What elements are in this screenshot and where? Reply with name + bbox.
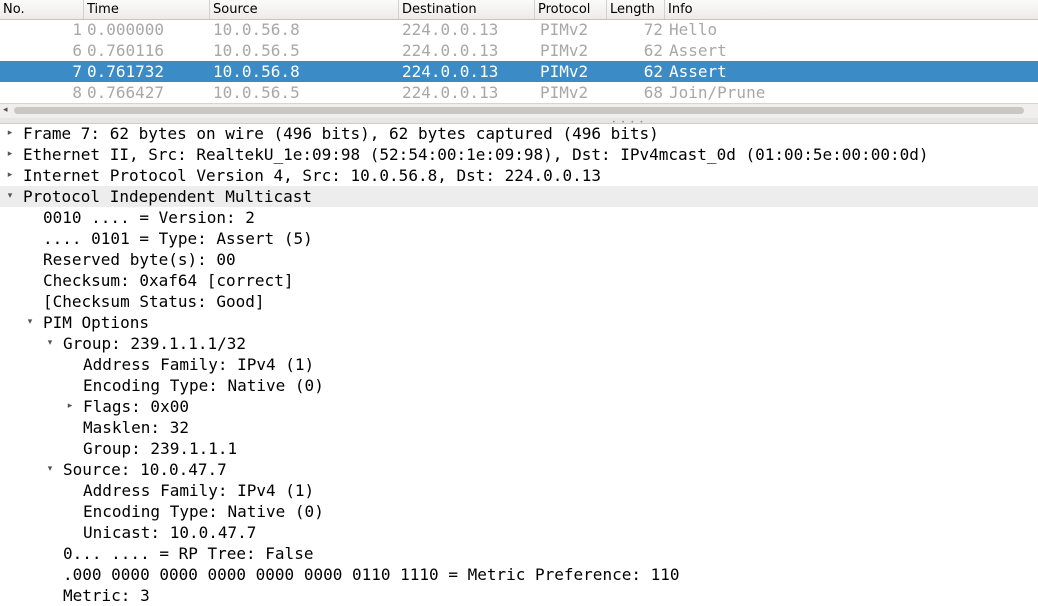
- collapse-arrow-icon[interactable]: ▾: [24, 312, 36, 333]
- tree-item-label: Frame 7: 62 bytes on wire (496 bits), 62…: [23, 124, 659, 143]
- packet-info: Join/Prune: [669, 83, 766, 102]
- collapse-arrow-icon[interactable]: ▾: [44, 333, 56, 354]
- expand-arrow-icon[interactable]: ▸: [64, 396, 76, 417]
- scroll-left-icon[interactable]: ◂: [3, 105, 8, 115]
- tree-item-label: Reserved byte(s): 00: [43, 250, 236, 269]
- tree-item-label: Group: 239.1.1.1: [83, 439, 238, 458]
- tree-item[interactable]: Group: 239.1.1.1: [0, 438, 1038, 459]
- column-header-source[interactable]: Source: [210, 0, 399, 19]
- tree-item[interactable]: ▾ PIM Options: [0, 312, 1038, 333]
- collapse-arrow-icon[interactable]: ▾: [44, 459, 56, 480]
- tree-item[interactable]: Reserved byte(s): 00: [0, 249, 1038, 270]
- tree-item[interactable]: 0... .... = RP Tree: False: [0, 543, 1038, 564]
- tree-item[interactable]: Checksum: 0xaf64 [correct]: [0, 270, 1038, 291]
- tree-item-label: Protocol Independent Multicast: [23, 187, 312, 206]
- tree-item[interactable]: ▸ Ethernet II, Src: RealtekU_1e:09:98 (52…: [0, 144, 1038, 165]
- column-header-destination[interactable]: Destination: [399, 0, 535, 19]
- packet-length: 72: [643, 20, 663, 39]
- column-header-time[interactable]: Time: [84, 0, 210, 19]
- packet-row[interactable]: 7 0.761732 10.0.56.8 224.0.0.13 PIMv2 62 Asser…: [0, 61, 1038, 82]
- column-header-info[interactable]: Info: [665, 0, 1038, 19]
- tree-item[interactable]: [Checksum Status: Good]: [0, 291, 1038, 312]
- collapse-arrow-icon[interactable]: ▾: [4, 186, 16, 207]
- tree-item-label: 0010 .... = Version: 2: [43, 208, 255, 227]
- tree-item-label: Encoding Type: Native (0): [83, 376, 324, 395]
- packet-row[interactable]: 8 0.766427 10.0.56.5 224.0.0.13 PIMv2 68 Join/…: [0, 82, 1038, 103]
- tree-item[interactable]: ▸ Internet Protocol Version 4, Src: 10.0.…: [0, 165, 1038, 186]
- tree-item[interactable]: Unicast: 10.0.47.7: [0, 522, 1038, 543]
- tree-item[interactable]: ▾ Group: 239.1.1.1/32: [0, 333, 1038, 354]
- packet-row[interactable]: 6 0.760116 10.0.56.5 224.0.0.13 PIMv2 62 Asser…: [0, 40, 1038, 61]
- tree-item[interactable]: Address Family: IPv4 (1): [0, 480, 1038, 501]
- expand-arrow-icon[interactable]: ▸: [4, 165, 16, 186]
- tree-item[interactable]: ▸ Flags: 0x00: [0, 396, 1038, 417]
- tree-item-label: Unicast: 10.0.47.7: [83, 523, 257, 542]
- tree-item[interactable]: Encoding Type: Native (0): [0, 375, 1038, 396]
- packet-list: No. Time Source Destination Protocol Len…: [0, 0, 1038, 118]
- packet-length: 62: [643, 62, 663, 81]
- tree-item-label: .... 0101 = Type: Assert (5): [43, 229, 313, 248]
- column-header-protocol[interactable]: Protocol: [535, 0, 607, 19]
- expand-arrow-icon[interactable]: ▸: [4, 123, 16, 144]
- tree-item[interactable]: .000 0000 0000 0000 0000 0000 0110 1110 …: [0, 564, 1038, 585]
- tree-item-label: Internet Protocol Version 4, Src: 10.0.5…: [23, 166, 601, 185]
- packet-list-header: No. Time Source Destination Protocol Len…: [0, 0, 1038, 20]
- tree-item-label: PIM Options: [43, 313, 149, 332]
- tree-item[interactable]: Metric: 3: [0, 585, 1038, 606]
- tree-item-label: Encoding Type: Native (0): [83, 502, 324, 521]
- tree-item[interactable]: ▾ Protocol Independent Multicast: [0, 186, 1038, 207]
- tree-item-label: Checksum: 0xaf64 [correct]: [43, 271, 294, 290]
- tree-item-label: Ethernet II, Src: RealtekU_1e:09:98 (52:…: [23, 145, 929, 164]
- tree-item[interactable]: 0010 .... = Version: 2: [0, 207, 1038, 228]
- tree-item-label: Address Family: IPv4 (1): [83, 355, 315, 374]
- tree-item[interactable]: Address Family: IPv4 (1): [0, 354, 1038, 375]
- tree-item-label: [Checksum Status: Good]: [43, 292, 265, 311]
- tree-item-label: Masklen: 32: [83, 418, 189, 437]
- packet-info: Hello: [669, 20, 718, 39]
- tree-item-label: Group: 239.1.1.1/32: [63, 334, 247, 353]
- packet-details-tree: ▸ Frame 7: 62 bytes on wire (496 bits), 6…: [0, 123, 1038, 606]
- column-header-no[interactable]: No.: [0, 0, 84, 19]
- column-header-length[interactable]: Length: [607, 0, 665, 19]
- tree-item-label: Source: 10.0.47.7: [63, 460, 227, 479]
- packet-length: 62: [643, 41, 663, 60]
- tree-item[interactable]: Encoding Type: Native (0): [0, 501, 1038, 522]
- packet-info: Assert: [669, 41, 727, 60]
- tree-item[interactable]: ▾ Source: 10.0.47.7: [0, 459, 1038, 480]
- tree-item-label: Address Family: IPv4 (1): [83, 481, 315, 500]
- tree-item-label: .000 0000 0000 0000 0000 0000 0110 1110 …: [63, 565, 680, 584]
- tree-item-label: Metric: 3: [63, 586, 150, 605]
- packet-row[interactable]: 1 0.000000 10.0.56.8 224.0.0.13 PIMv2 72 Hello: [0, 19, 1038, 40]
- tree-item-label: 0... .... = RP Tree: False: [63, 544, 314, 563]
- tree-item-label: Flags: 0x00: [83, 397, 189, 416]
- expand-arrow-icon[interactable]: ▸: [4, 144, 16, 165]
- scrollbar-thumb[interactable]: [14, 107, 1024, 114]
- horizontal-scrollbar[interactable]: ◂: [0, 103, 1038, 118]
- tree-item[interactable]: Masklen: 32: [0, 417, 1038, 438]
- packet-info: Assert: [669, 62, 727, 81]
- tree-item[interactable]: .... 0101 = Type: Assert (5): [0, 228, 1038, 249]
- tree-item[interactable]: ▸ Frame 7: 62 bytes on wire (496 bits), 6…: [0, 123, 1038, 144]
- packet-length: 68: [643, 83, 663, 102]
